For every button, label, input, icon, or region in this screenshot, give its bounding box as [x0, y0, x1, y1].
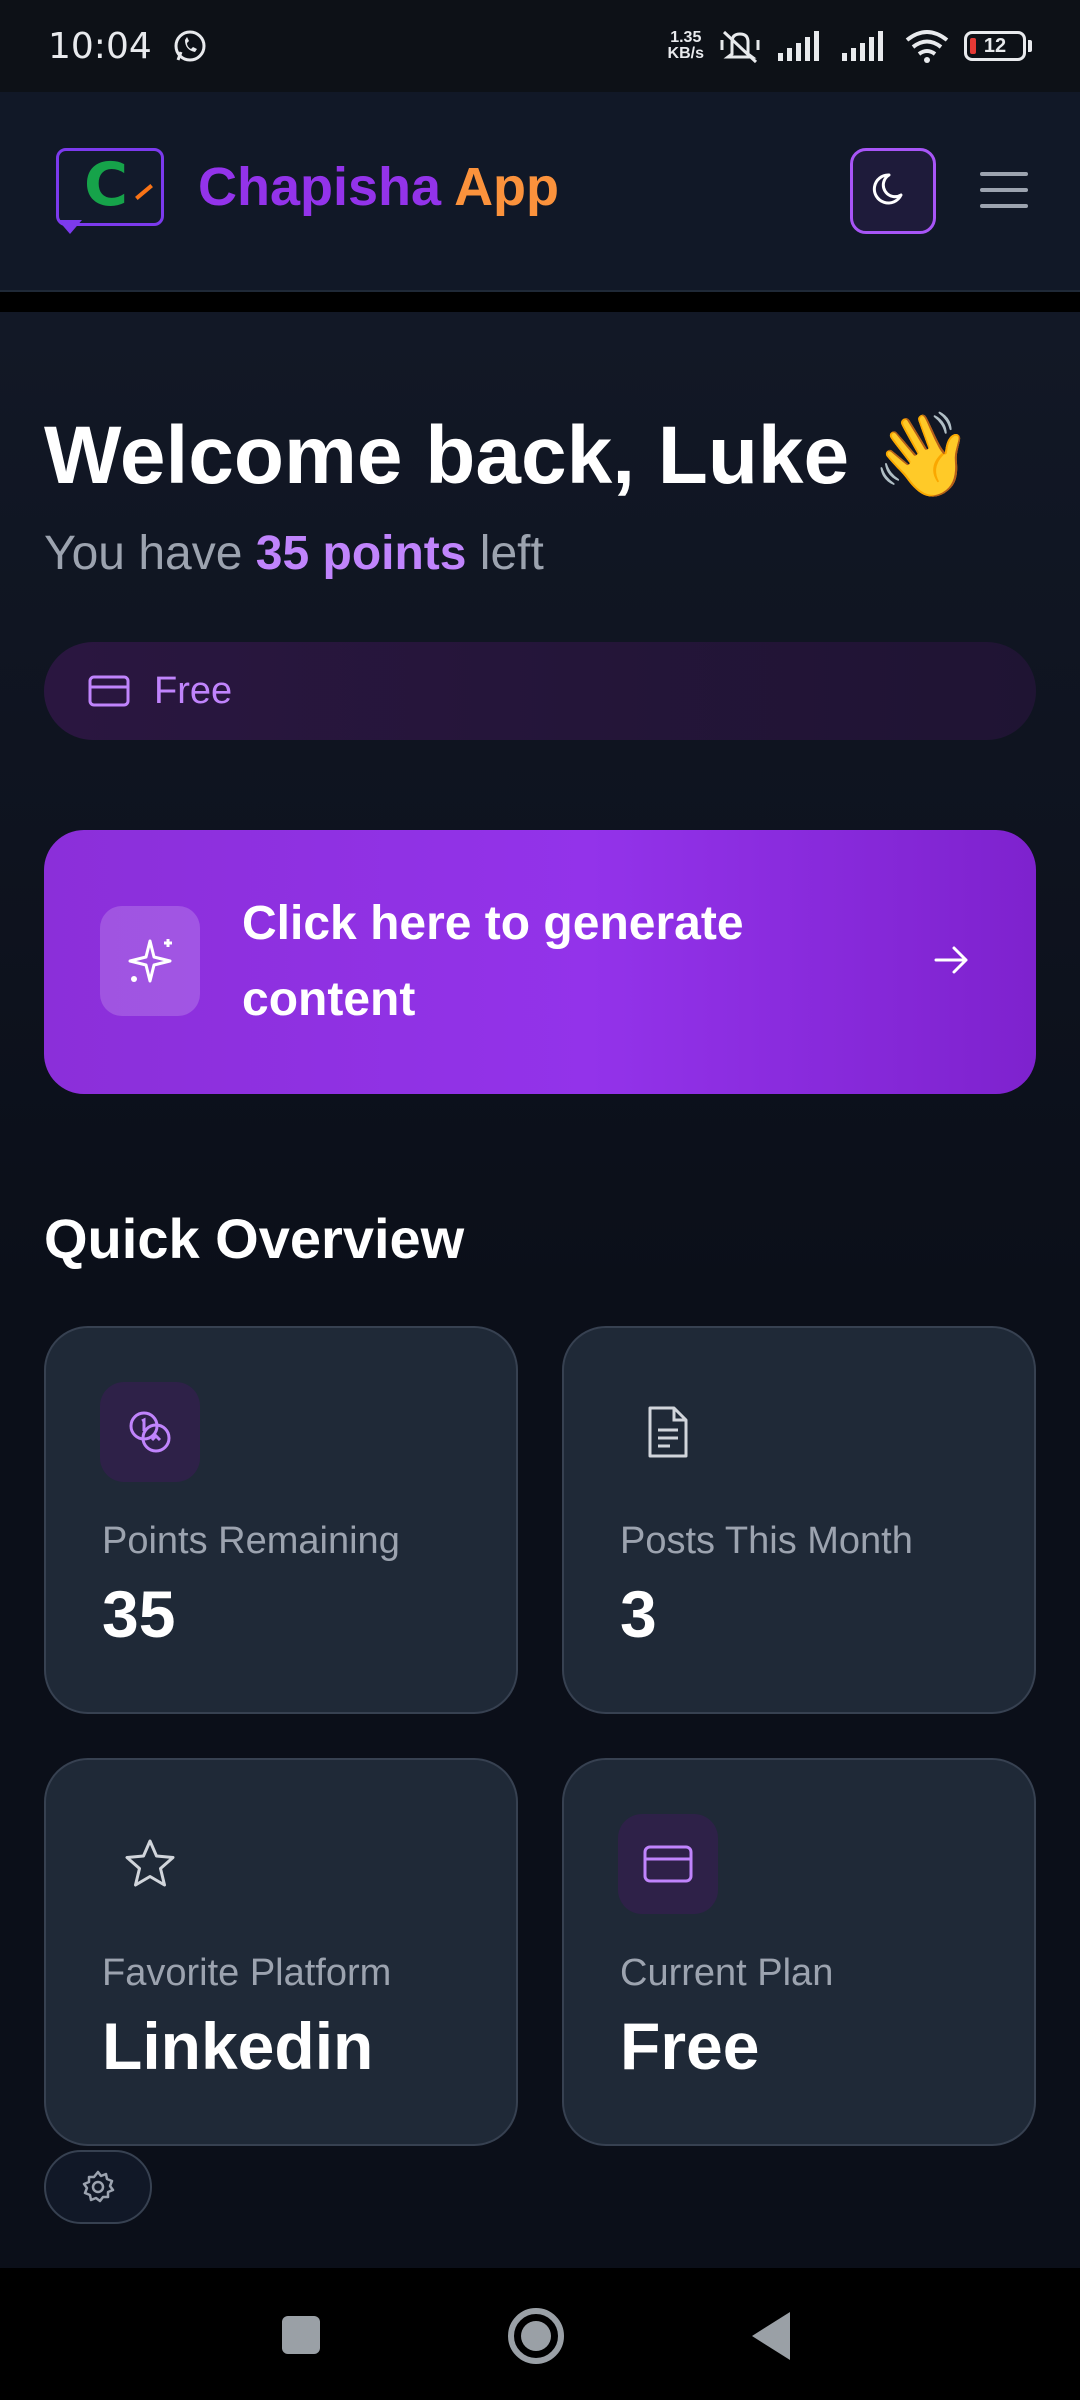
logo-tail	[58, 220, 82, 234]
mute-icon	[718, 26, 762, 66]
credit-card-icon	[618, 1814, 718, 1914]
moon-icon	[871, 167, 915, 216]
file-text-icon	[618, 1382, 718, 1482]
star-icon	[100, 1814, 200, 1914]
points-suffix: left	[466, 527, 544, 580]
welcome-title: Welcome back, Luke 👋	[44, 410, 975, 501]
theme-toggle-button[interactable]	[850, 148, 936, 234]
plan-badge[interactable]: Free	[44, 642, 1036, 740]
credit-card-icon	[88, 675, 130, 707]
card-label: Current Plan	[620, 1952, 834, 1994]
generate-content-label: Click here to generate content	[242, 897, 744, 1026]
settings-button[interactable]	[44, 2150, 152, 2224]
generate-content-button[interactable]: Click here to generate content	[44, 830, 1036, 1094]
whatsapp-icon	[172, 28, 208, 64]
card-value: 35	[102, 1577, 176, 1651]
sparkles-icon	[100, 906, 200, 1016]
battery-body: 12	[964, 31, 1026, 61]
signal-icon	[840, 29, 890, 63]
card-label: Points Remaining	[102, 1520, 400, 1562]
network-speed-value: 1.35	[670, 29, 702, 46]
status-bar-left: 10:04	[48, 26, 208, 67]
status-bar: 10:04 1.35 KB/s 12	[0, 0, 1080, 92]
plan-badge-label: Free	[154, 669, 233, 712]
wifi-icon	[904, 28, 950, 64]
card-value: Linkedin	[102, 2009, 374, 2083]
status-bar-right: 1.35 KB/s 12	[668, 26, 1032, 66]
card-label: Favorite Platform	[102, 1952, 392, 1994]
logo-letter: C	[84, 150, 129, 220]
main-content: Welcome back, Luke 👋 You have 35 points …	[0, 312, 1080, 2268]
overview-title: Quick Overview	[44, 1207, 465, 1270]
card-posts-this-month[interactable]: Posts This Month 3	[562, 1326, 1036, 1714]
battery-fill	[970, 38, 976, 54]
points-prefix: You have	[44, 527, 256, 580]
card-favorite-platform[interactable]: Favorite Platform Linkedin	[44, 1758, 518, 2146]
brand-part-2: App	[454, 157, 560, 217]
battery-icon: 12	[964, 31, 1032, 61]
card-label: Posts This Month	[620, 1520, 913, 1562]
coins-icon	[100, 1382, 200, 1482]
network-speed: 1.35 KB/s	[668, 30, 704, 62]
network-speed-unit: KB/s	[667, 45, 704, 62]
hamburger-icon	[980, 172, 1028, 208]
card-points-remaining[interactable]: Points Remaining 35	[44, 1326, 518, 1714]
status-time: 10:04	[48, 25, 152, 67]
recents-button[interactable]	[282, 2316, 320, 2354]
brand-part-1: Chapisha	[198, 157, 442, 217]
system-nav-bar	[0, 2268, 1080, 2400]
battery-level: 12	[983, 34, 1007, 57]
points-highlight: 35 points	[255, 527, 467, 580]
arrow-right-icon	[932, 940, 972, 985]
app-header: C Chapisha App	[0, 92, 1080, 292]
signal-icon	[776, 29, 826, 63]
gear-icon	[82, 2170, 115, 2203]
card-value: Free	[620, 2009, 760, 2083]
card-current-plan[interactable]: Current Plan Free	[562, 1758, 1036, 2146]
home-button-dot	[521, 2321, 551, 2351]
back-button[interactable]	[752, 2312, 790, 2360]
points-summary: You have 35 points left	[44, 526, 544, 581]
battery-nub	[1028, 40, 1032, 52]
card-value: 3	[620, 1577, 657, 1651]
brand-name[interactable]: Chapisha App	[198, 156, 559, 218]
header-divider	[0, 292, 1080, 312]
menu-button[interactable]	[978, 170, 1030, 210]
